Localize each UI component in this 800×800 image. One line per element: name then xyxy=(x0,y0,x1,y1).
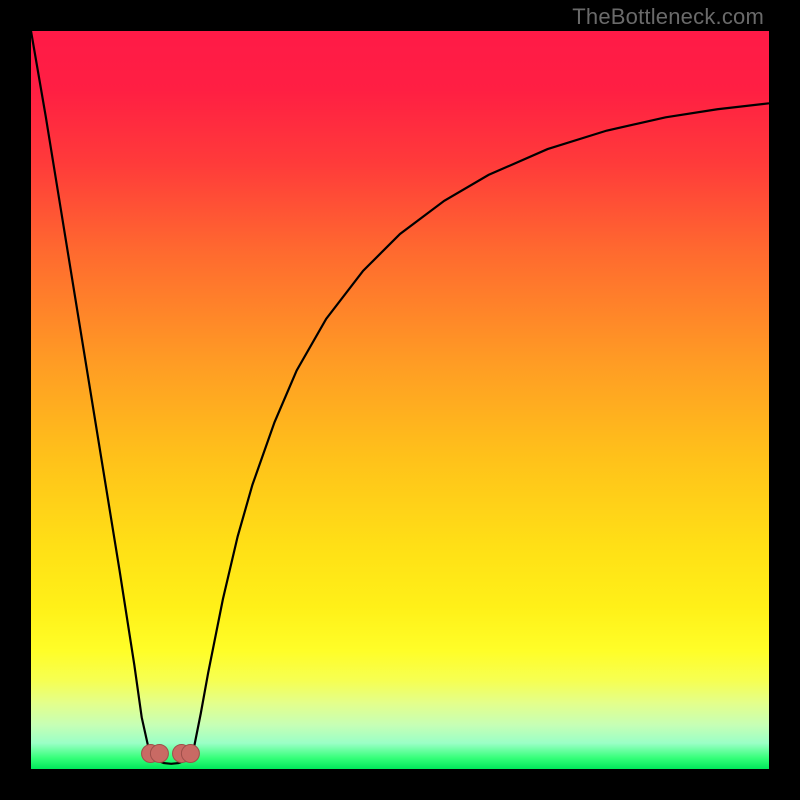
gradient-background xyxy=(31,31,769,769)
plot-frame xyxy=(31,31,769,769)
bottleneck-chart xyxy=(31,31,769,769)
trough-marker xyxy=(150,745,168,763)
trough-marker xyxy=(181,745,199,763)
attribution-text: TheBottleneck.com xyxy=(572,4,764,30)
